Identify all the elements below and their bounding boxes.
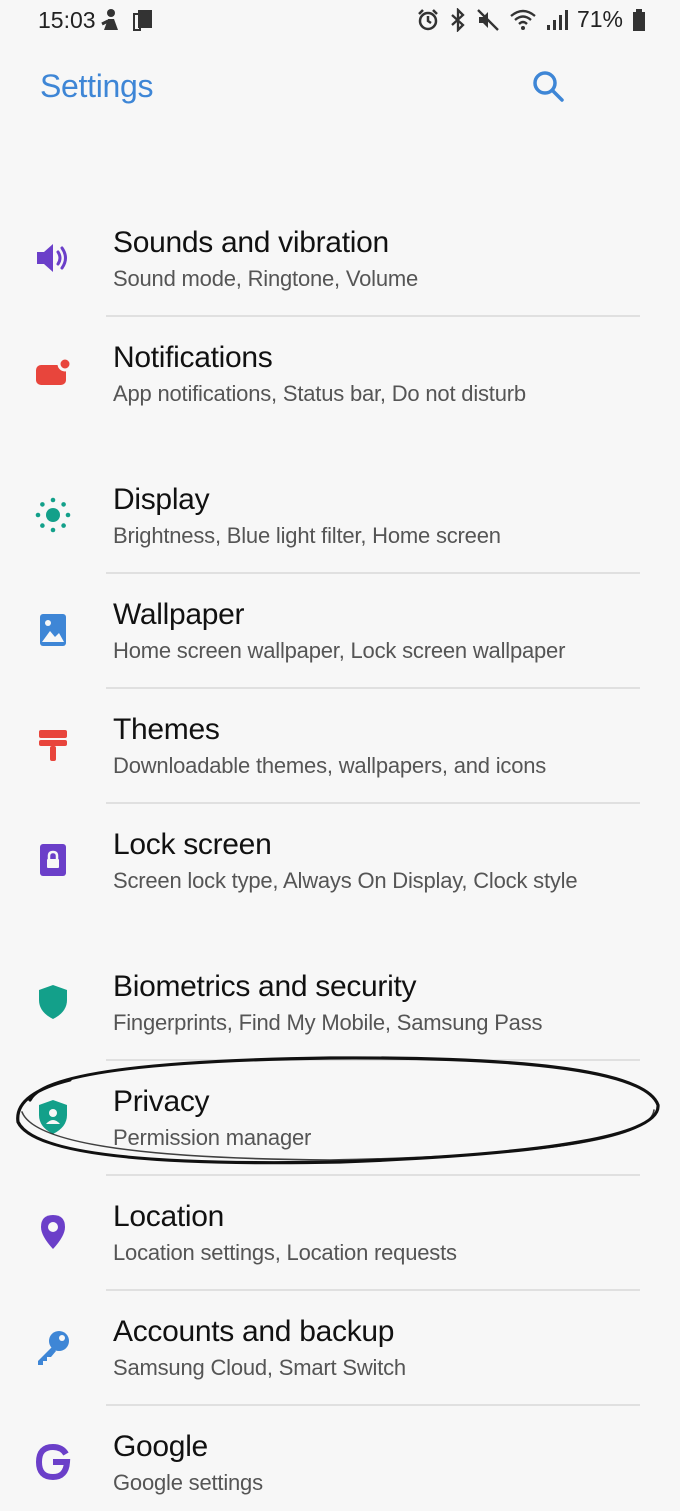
device-notification-icon (133, 10, 152, 31)
settings-item-subtitle: App notifications, Status bar, Do not di… (113, 381, 526, 406)
divider (106, 1174, 640, 1176)
search-icon (533, 71, 564, 102)
settings-item-subtitle: Fingerprints, Find My Mobile, Samsung Pa… (113, 1010, 543, 1035)
divider (106, 802, 640, 804)
status-right-icons: 71% (416, 6, 646, 33)
status-bar: 15:03 71% (0, 0, 680, 42)
settings-item-title: Wallpaper (113, 598, 245, 631)
divider (106, 687, 640, 689)
bluetooth-icon (451, 7, 465, 32)
person-notification-icon (101, 9, 118, 30)
divider (106, 572, 640, 574)
settings-item-title: Google (113, 1430, 208, 1463)
settings-item-subtitle: Location settings, Location requests (113, 1240, 457, 1265)
settings-item-google[interactable]: Google Google settings (0, 1424, 680, 1511)
brightness-icon (33, 495, 73, 535)
divider (106, 1404, 640, 1406)
settings-item-wallpaper[interactable]: Wallpaper Home screen wallpaper, Lock sc… (0, 592, 680, 688)
alarm-icon (418, 8, 438, 30)
settings-item-title: Sounds and vibration (113, 226, 389, 259)
key-icon (33, 1327, 73, 1367)
settings-item-title: Accounts and backup (113, 1315, 395, 1348)
page-title: Settings (40, 68, 154, 104)
settings-item-title: Display (113, 483, 210, 516)
settings-item-accounts-and-backup[interactable]: Accounts and backup Samsung Cloud, Smart… (0, 1309, 680, 1405)
status-time: 15:03 (38, 7, 96, 33)
wifi-icon (510, 9, 536, 30)
battery-icon (633, 8, 645, 31)
location-pin-icon (33, 1212, 73, 1252)
status-left-icons (100, 8, 156, 32)
settings-item-privacy[interactable]: Privacy Permission manager (0, 1079, 680, 1175)
settings-item-subtitle: Screen lock type, Always On Display, Clo… (113, 868, 578, 893)
settings-item-subtitle: Google settings (113, 1470, 263, 1495)
settings-item-subtitle: Downloadable themes, wallpapers, and ico… (113, 753, 547, 778)
settings-item-sounds-and-vibration[interactable]: Sounds and vibration Sound mode, Rington… (0, 220, 680, 316)
settings-item-title: Privacy (113, 1085, 210, 1118)
search-button[interactable] (530, 68, 566, 104)
battery-percent: 71% (576, 6, 623, 32)
settings-item-notifications[interactable]: Notifications App notifications, Status … (0, 335, 680, 435)
settings-item-subtitle: Permission manager (113, 1125, 312, 1150)
divider (106, 1289, 640, 1291)
signal-icon (546, 9, 568, 30)
google-icon (33, 1442, 73, 1482)
divider (106, 315, 640, 317)
settings-item-title: Themes (113, 713, 220, 746)
divider (106, 1059, 640, 1061)
mute-icon (477, 8, 499, 31)
lock-icon (33, 840, 73, 880)
settings-item-subtitle: Home screen wallpaper, Lock screen wallp… (113, 638, 566, 663)
settings-item-title: Location (113, 1200, 225, 1233)
settings-item-subtitle: Samsung Cloud, Smart Switch (113, 1355, 406, 1380)
privacy-shield-icon (33, 1097, 73, 1137)
notification-icon (33, 353, 73, 393)
settings-item-display[interactable]: Display Brightness, Blue light filter, H… (0, 477, 680, 573)
volume-icon (33, 238, 73, 278)
paint-roller-icon (33, 725, 73, 765)
shield-icon (33, 982, 73, 1022)
settings-item-location[interactable]: Location Location settings, Location req… (0, 1194, 680, 1290)
settings-item-subtitle: Sound mode, Ringtone, Volume (113, 266, 419, 291)
settings-item-title: Biometrics and security (113, 970, 417, 1003)
settings-item-subtitle: Brightness, Blue light filter, Home scre… (113, 523, 501, 548)
wallpaper-icon (33, 610, 73, 650)
settings-item-lock-screen[interactable]: Lock screen Screen lock type, Always On … (0, 822, 680, 922)
settings-item-themes[interactable]: Themes Downloadable themes, wallpapers, … (0, 707, 680, 803)
settings-item-title: Lock screen (113, 828, 272, 861)
settings-item-title: Notifications (113, 341, 273, 374)
settings-item-biometrics-and-security[interactable]: Biometrics and security Fingerprints, Fi… (0, 964, 680, 1060)
